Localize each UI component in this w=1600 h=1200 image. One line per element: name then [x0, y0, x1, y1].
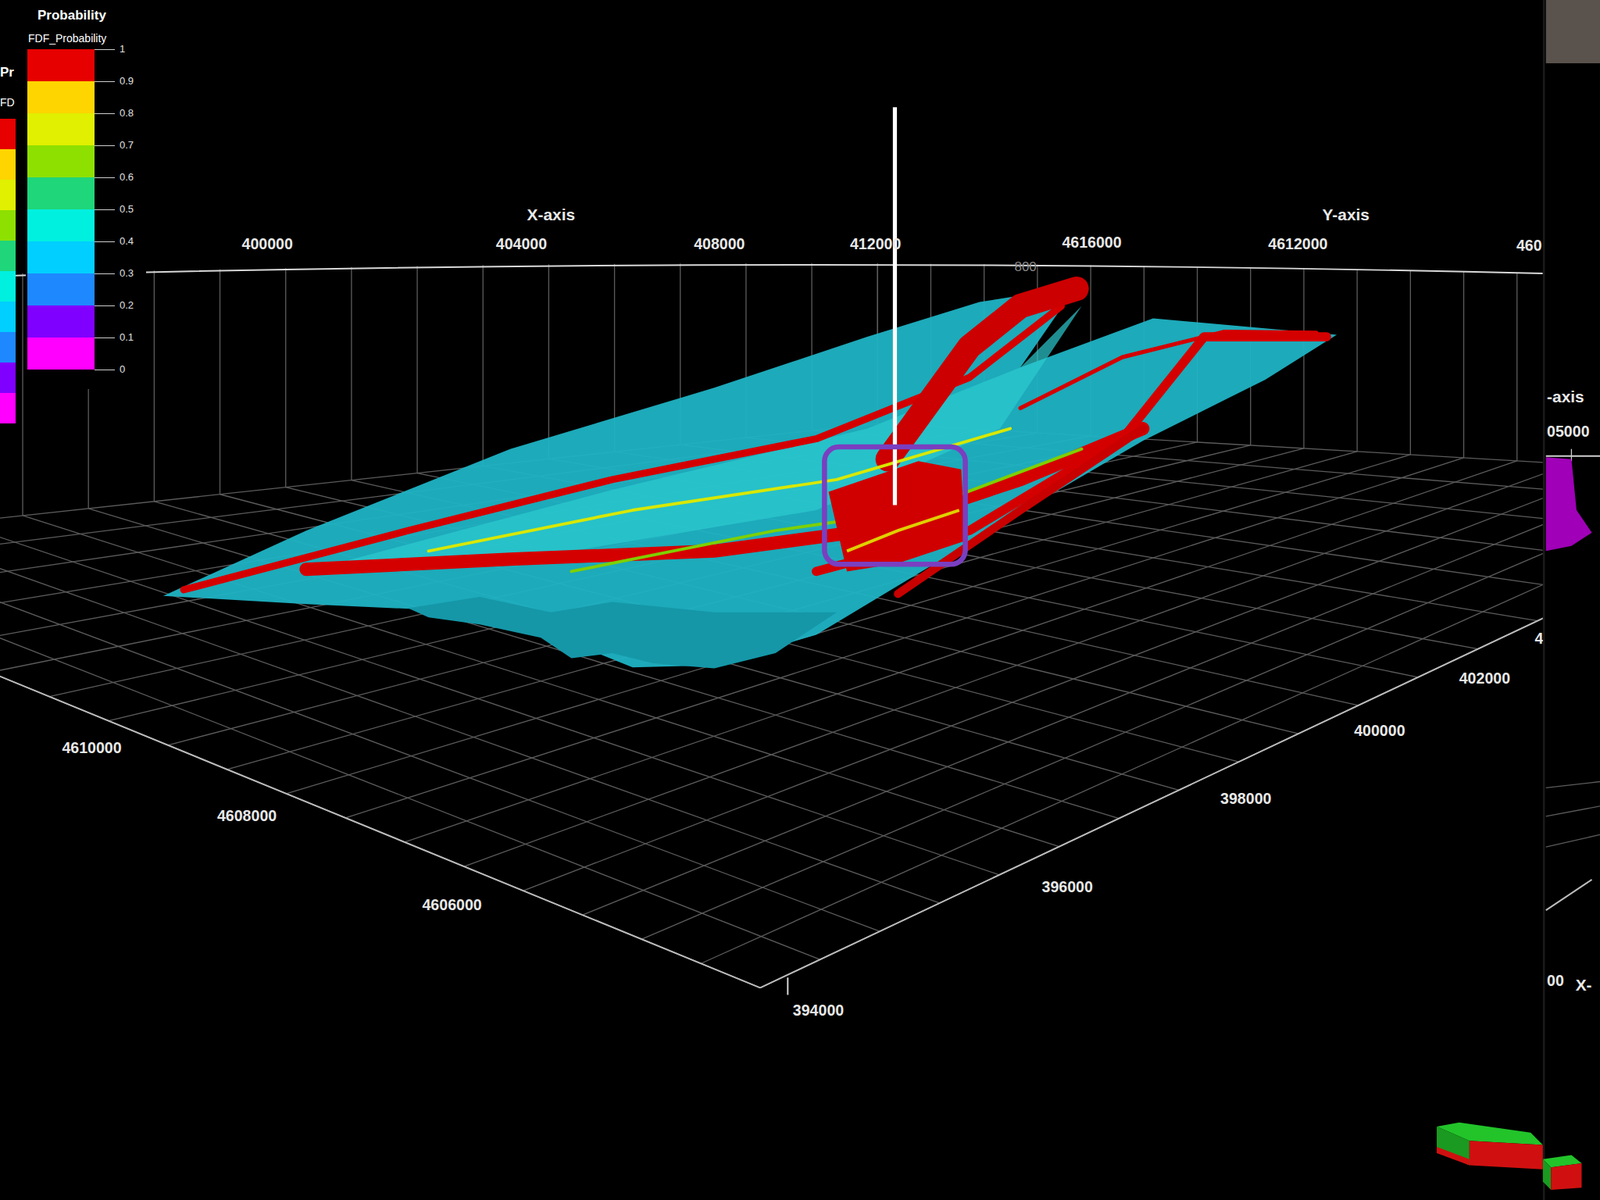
- legend-band: [27, 145, 95, 178]
- fault-surface[interactable]: [163, 285, 1337, 669]
- back-legend-band: [0, 362, 16, 393]
- axis-tick-label: 4610000: [61, 739, 122, 757]
- legend-band: [27, 337, 95, 370]
- legend-band: [27, 49, 95, 82]
- scene-canvas[interactable]: X-axis Y-axis 400000 404000 408000 412000 4616…: [0, 0, 1600, 1200]
- legend[interactable]: Probability FDF_Probability1 0.9 0.8 0.7 0.6 0…: [25, 6, 147, 390]
- legend-band: [27, 241, 95, 274]
- legend-band: [27, 209, 95, 242]
- axis-tick-label: 4: [1534, 629, 1543, 647]
- legend-band: [27, 273, 95, 306]
- back-legend-band: [0, 240, 16, 272]
- back-legend-band: [0, 118, 16, 150]
- legend-color-bar: [27, 49, 95, 377]
- back-legend-band: [0, 301, 16, 333]
- legend-variable: FDF_Probability: [28, 31, 134, 46]
- legend-band: [27, 305, 95, 338]
- highlight-box: [824, 446, 965, 565]
- side-axis-title: X-: [1575, 975, 1593, 994]
- viewer-3d: X-axis Y-axis 400000 404000 408000 412000 4616…: [0, 0, 1600, 1200]
- legend-tick: 0: [94, 362, 134, 377]
- axis-tick-label: 4612000: [1267, 235, 1328, 253]
- back-legend-band: [0, 210, 16, 241]
- axis-tick-label: 4606000: [421, 896, 482, 914]
- legend-title: Probability: [37, 6, 134, 25]
- axis-tick-label: 394000: [792, 1001, 844, 1019]
- legend-tick: 1: [94, 42, 134, 57]
- legend-tick: 0.3: [94, 266, 134, 281]
- axis-tick-label: 4608000: [217, 807, 277, 825]
- side-axis-title: -axis: [1546, 387, 1585, 406]
- axis-tick-label: 412000: [850, 235, 901, 253]
- axis-tick-label: 400000: [242, 235, 293, 253]
- legend-ticks: 1 0.9 0.8 0.7 0.6 0.5 0.4 0.3 0.2 0.1 0: [94, 42, 134, 377]
- orientation-cube-icon[interactable]: [1436, 1122, 1582, 1190]
- back-legend-band: [0, 179, 16, 211]
- legend-band: [27, 81, 95, 114]
- legend-tick: 0.1: [94, 330, 134, 345]
- axis-tick-label: 400000: [1353, 721, 1405, 740]
- legend-band: [27, 113, 95, 146]
- legend-band: [27, 177, 95, 210]
- back-legend-bar: [0, 118, 16, 424]
- side-view-pane[interactable]: -axis 05000 00 X-: [1543, 0, 1600, 1200]
- depth-label: 800: [1014, 259, 1036, 275]
- x-axis-title: X-axis: [527, 205, 576, 224]
- axis-tick-label: 4616000: [1061, 233, 1122, 251]
- axis-tick-label: 398000: [1220, 789, 1272, 808]
- side-axis-tick: 05000: [1546, 422, 1590, 440]
- legend-tick: 0.7: [94, 138, 134, 153]
- axis-tick-label: 402000: [1459, 669, 1511, 687]
- legend-tick: 0.6: [94, 170, 134, 185]
- y-axis-title: Y-axis: [1322, 205, 1370, 224]
- legend-tick: 0.2: [94, 298, 134, 313]
- axis-tick-label: 460: [1516, 236, 1543, 254]
- back-legend-band: [0, 149, 16, 180]
- back-legend-band: [0, 271, 16, 302]
- legend-tick: 0.8: [94, 106, 134, 121]
- grid-box: [0, 263, 1543, 995]
- axis-tick-label: 404000: [496, 235, 547, 253]
- legend-tick: 0.4: [94, 234, 134, 249]
- axis-tick-label: 408000: [693, 235, 745, 253]
- side-axis-tick: 00: [1546, 971, 1565, 990]
- back-legend-band: [0, 332, 16, 363]
- legend-tick: 0.5: [94, 202, 134, 217]
- back-legend-band: [0, 392, 16, 424]
- legend-tick: 0.9: [94, 74, 134, 89]
- axis-tick-label: 396000: [1042, 878, 1093, 896]
